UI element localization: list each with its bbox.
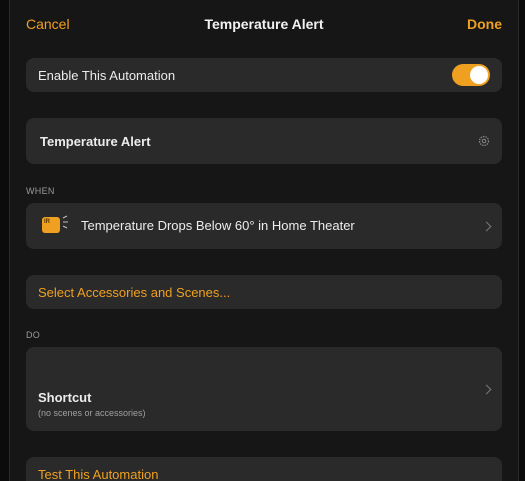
sensor-icon-label: IR <box>44 219 50 225</box>
automation-name-field[interactable]: Temperature Alert <box>40 134 151 149</box>
enable-automation-toggle[interactable] <box>452 64 490 86</box>
select-accessories-button[interactable]: Select Accessories and Scenes... <box>26 275 502 309</box>
trigger-row[interactable]: IR Temperature Drops Below 60° in Home T… <box>26 203 502 249</box>
navigation-bar: Cancel Temperature Alert Done <box>10 0 518 46</box>
done-button[interactable]: Done <box>467 16 502 32</box>
test-automation-label: Test This Automation <box>38 467 159 481</box>
test-automation-button[interactable]: Test This Automation <box>26 457 502 481</box>
enable-automation-label: Enable This Automation <box>38 68 176 83</box>
sensor-waves-icon <box>62 215 68 229</box>
toggle-knob <box>470 66 488 84</box>
automation-name-row[interactable]: Temperature Alert <box>26 118 502 164</box>
enable-automation-row: Enable This Automation <box>26 58 502 92</box>
when-section-header: WHEN <box>26 186 55 196</box>
chevron-right-icon <box>481 384 492 395</box>
do-section-header: DO <box>26 330 41 340</box>
chevron-right-icon <box>481 221 492 232</box>
page-title: Temperature Alert <box>204 16 324 32</box>
select-accessories-label: Select Accessories and Scenes... <box>38 285 231 300</box>
shortcut-subtitle: (no scenes or accessories) <box>38 408 146 418</box>
shortcut-title: Shortcut <box>38 390 92 405</box>
shortcut-row[interactable]: Shortcut (no scenes or accessories) <box>26 347 502 431</box>
gear-icon[interactable] <box>478 135 490 147</box>
automation-sheet: Cancel Temperature Alert Done Enable Thi… <box>9 0 519 481</box>
temperature-sensor-icon: IR <box>42 217 60 233</box>
trigger-label: Temperature Drops Below 60° in Home Thea… <box>81 218 355 233</box>
